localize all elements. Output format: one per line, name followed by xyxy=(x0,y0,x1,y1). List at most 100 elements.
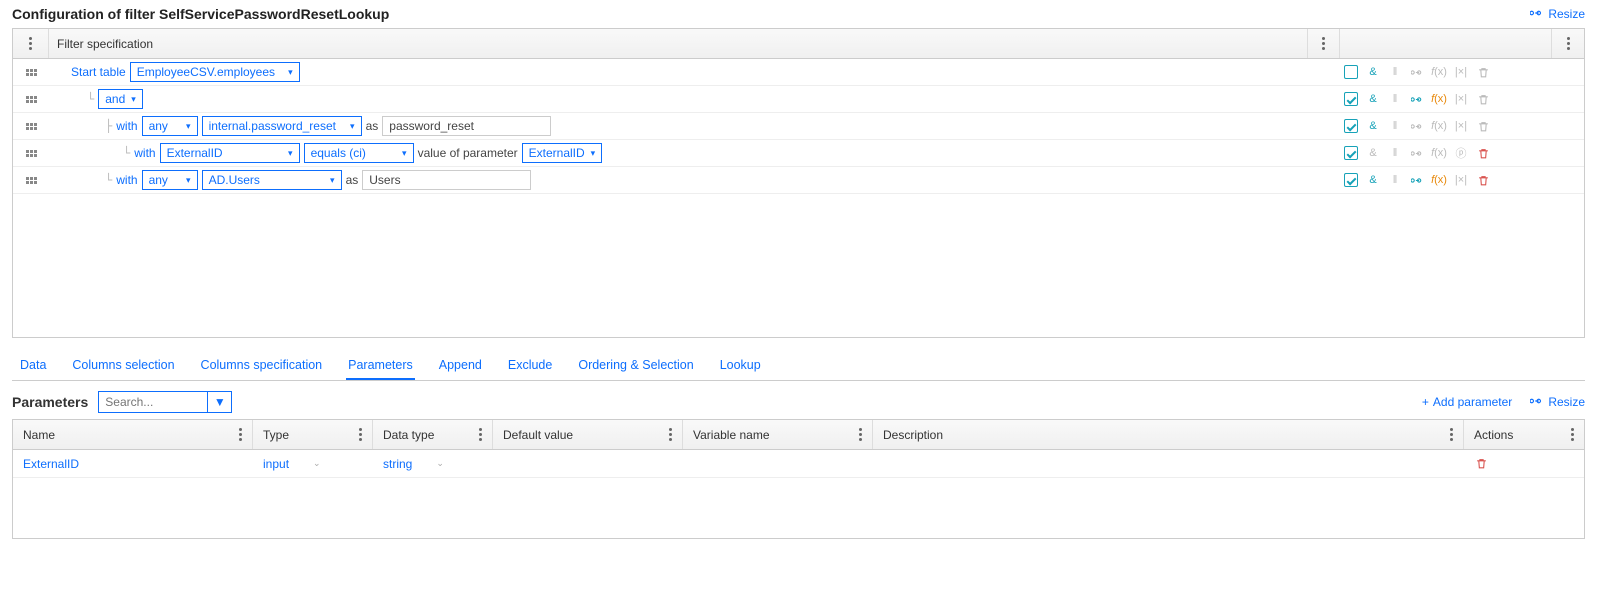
link-icon[interactable] xyxy=(1410,92,1424,106)
drag-handle[interactable] xyxy=(26,177,37,184)
fx-icon[interactable]: f(x) xyxy=(1432,65,1446,79)
header-menu-2[interactable] xyxy=(1322,37,1325,50)
drag-handle[interactable] xyxy=(26,150,37,157)
abs-icon[interactable]: |×| xyxy=(1454,119,1468,133)
ampersand-icon[interactable]: & xyxy=(1366,146,1380,160)
bars-icon[interactable]: ‖ xyxy=(1388,65,1402,79)
col-menu[interactable] xyxy=(1450,428,1453,441)
trash-icon[interactable] xyxy=(1476,173,1490,187)
bars-icon[interactable]: ‖ xyxy=(1388,173,1402,187)
link-icon[interactable] xyxy=(1410,173,1424,187)
param-datatype-select[interactable]: string⌄ xyxy=(383,457,444,471)
trash-icon[interactable] xyxy=(1476,146,1490,160)
col-menu[interactable] xyxy=(359,428,362,441)
col-menu[interactable] xyxy=(479,428,482,441)
fx-icon[interactable]: f(x) xyxy=(1432,119,1446,133)
chevron-down-icon: ▾ xyxy=(330,175,335,186)
param-name-cell[interactable]: ExternalID xyxy=(23,457,79,471)
fx-icon[interactable]: f(x) xyxy=(1432,146,1446,160)
col-menu[interactable] xyxy=(239,428,242,441)
plus-icon: + xyxy=(1422,395,1429,409)
parameter-row: ExternalID input⌄ string⌄ xyxy=(13,450,1584,478)
alias-input[interactable] xyxy=(362,170,531,190)
tree-branch: ├ xyxy=(105,119,112,133)
resize-button[interactable]: Resize xyxy=(1530,7,1585,21)
as-label: as xyxy=(346,173,359,187)
tab-data[interactable]: Data xyxy=(18,352,48,380)
tree-elbow: └ xyxy=(123,146,130,160)
tab-parameters[interactable]: Parameters xyxy=(346,352,415,380)
col-menu[interactable] xyxy=(669,428,672,441)
tab-lookup[interactable]: Lookup xyxy=(718,352,763,380)
logic-select[interactable]: and▾ xyxy=(98,89,143,109)
header-menu-1[interactable] xyxy=(29,37,32,50)
field-select[interactable]: ExternalID▾ xyxy=(160,143,300,163)
trash-icon[interactable] xyxy=(1476,92,1490,106)
relation-select[interactable]: AD.Users▾ xyxy=(202,170,342,190)
col-actions: Actions xyxy=(1474,428,1513,442)
link-icon[interactable] xyxy=(1410,119,1424,133)
check-icon[interactable] xyxy=(1344,146,1358,160)
start-table-select[interactable]: EmployeeCSV.employees▾ xyxy=(130,62,300,82)
abs-icon[interactable]: |×| xyxy=(1454,65,1468,79)
param-type-select[interactable]: input⌄ xyxy=(263,457,321,471)
check-icon[interactable] xyxy=(1344,119,1358,133)
tab-ordering-selection[interactable]: Ordering & Selection xyxy=(576,352,695,380)
parameters-search-input[interactable] xyxy=(98,391,208,413)
ampersand-icon[interactable]: & xyxy=(1366,119,1380,133)
col-name: Name xyxy=(23,428,55,442)
check-icon[interactable] xyxy=(1344,173,1358,187)
tab-exclude[interactable]: Exclude xyxy=(506,352,554,380)
drag-handle[interactable] xyxy=(26,69,37,76)
filter-header-label: Filter specification xyxy=(57,37,153,51)
add-parameter-button[interactable]: + Add parameter xyxy=(1422,395,1512,409)
drag-handle[interactable] xyxy=(26,96,37,103)
abs-icon[interactable]: |×| xyxy=(1454,92,1468,106)
delete-param-button[interactable] xyxy=(1474,457,1488,471)
resize-label: Resize xyxy=(1548,395,1585,409)
filter-dropdown-button[interactable]: ▼ xyxy=(208,391,232,413)
tab-bar: Data Columns selection Columns specificati… xyxy=(12,348,1585,381)
bars-icon[interactable]: ‖ xyxy=(1388,146,1402,160)
link-icon xyxy=(1530,7,1544,21)
col-default: Default value xyxy=(503,428,573,442)
col-menu[interactable] xyxy=(859,428,862,441)
fx-icon[interactable]: f(x) xyxy=(1432,92,1446,106)
quantifier-select[interactable]: any▾ xyxy=(142,116,198,136)
relation-select[interactable]: internal.password_reset▾ xyxy=(202,116,362,136)
as-label: as xyxy=(366,119,379,133)
abs-icon[interactable]: |×| xyxy=(1454,173,1468,187)
ampersand-icon[interactable]: & xyxy=(1366,92,1380,106)
link-icon[interactable] xyxy=(1410,146,1424,160)
filter-row: Start table EmployeeCSV.employees▾ & ‖ f… xyxy=(13,59,1584,86)
with-label: with xyxy=(134,146,155,160)
link-icon[interactable] xyxy=(1410,65,1424,79)
p-icon[interactable]: ⓟ xyxy=(1454,146,1468,160)
check-icon[interactable] xyxy=(1344,65,1358,79)
bars-icon[interactable]: ‖ xyxy=(1388,92,1402,106)
tab-append[interactable]: Append xyxy=(437,352,484,380)
bars-icon[interactable]: ‖ xyxy=(1388,119,1402,133)
fx-icon[interactable]: f(x) xyxy=(1432,173,1446,187)
header-menu-3[interactable] xyxy=(1567,37,1570,50)
parameters-table: Name Type Data type Default value Variab… xyxy=(12,419,1585,539)
trash-icon[interactable] xyxy=(1476,119,1490,133)
resize-button-2[interactable]: Resize xyxy=(1530,395,1585,409)
ampersand-icon[interactable]: & xyxy=(1366,65,1380,79)
chevron-down-icon: ⌄ xyxy=(313,458,321,469)
operator-select[interactable]: equals (ci)▾ xyxy=(304,143,414,163)
alias-input[interactable] xyxy=(382,116,551,136)
with-label: with xyxy=(116,173,137,187)
tab-columns-specification[interactable]: Columns specification xyxy=(199,352,325,380)
parameter-select[interactable]: ExternalID▾ xyxy=(522,143,603,163)
col-menu[interactable] xyxy=(1571,428,1574,441)
tab-columns-selection[interactable]: Columns selection xyxy=(70,352,176,380)
quantifier-select[interactable]: any▾ xyxy=(142,170,198,190)
trash-icon[interactable] xyxy=(1476,65,1490,79)
col-variable: Variable name xyxy=(693,428,770,442)
ampersand-icon[interactable]: & xyxy=(1366,173,1380,187)
drag-handle[interactable] xyxy=(26,123,37,130)
with-label: with xyxy=(116,119,137,133)
col-description: Description xyxy=(883,428,943,442)
check-icon[interactable] xyxy=(1344,92,1358,106)
